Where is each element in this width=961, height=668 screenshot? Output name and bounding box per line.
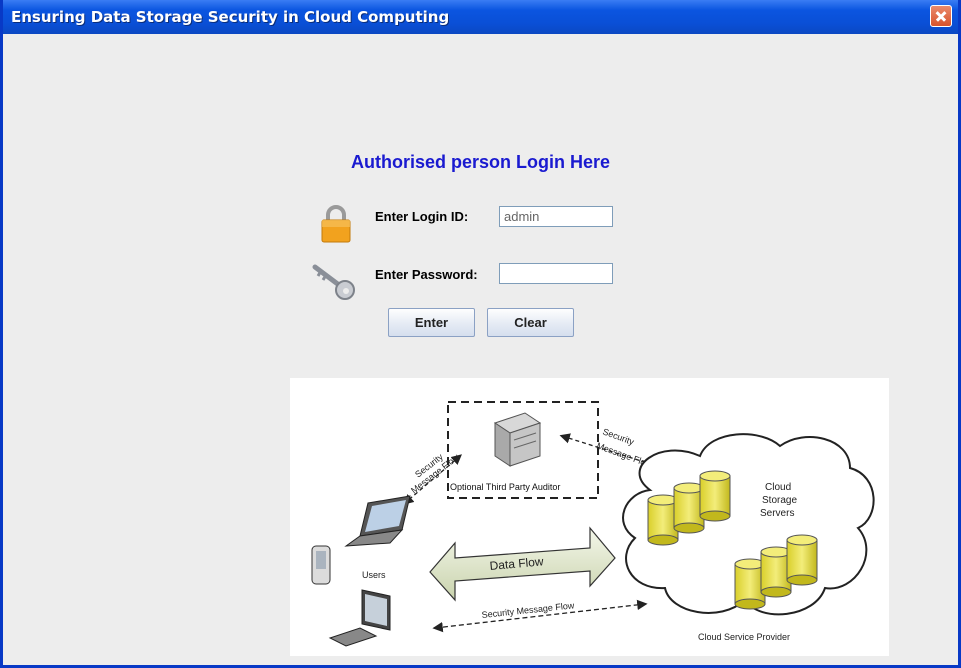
- storage-cylinder: [786, 534, 818, 586]
- bottom-flow-label: Security Message Flow: [481, 600, 575, 620]
- window-title: Ensuring Data Storage Security in Cloud …: [11, 8, 450, 26]
- title-bar[interactable]: Ensuring Data Storage Security in Cloud …: [3, 0, 958, 34]
- login-id-label: Enter Login ID:: [375, 209, 469, 224]
- phone-icon: [311, 545, 331, 585]
- password-label: Enter Password:: [375, 267, 478, 282]
- laptop-icon: [344, 495, 411, 547]
- lock-icon: [321, 205, 351, 243]
- login-heading: Authorised person Login Here: [351, 152, 611, 172]
- app-window: Ensuring Data Storage Security in Cloud …: [0, 0, 961, 668]
- storage-cylinder: [699, 470, 731, 522]
- login-panel: Authorised person Login Here Enter Login…: [3, 34, 958, 665]
- auditor-label: Optional Third Party Auditor: [450, 482, 560, 492]
- cloud-label-3: Servers: [760, 508, 794, 519]
- clear-button[interactable]: Clear: [487, 308, 574, 337]
- password-input[interactable]: [499, 263, 613, 284]
- desktop-icon: [328, 589, 391, 647]
- users-label: Users: [362, 570, 386, 580]
- provider-label: Cloud Service Provider: [698, 632, 790, 642]
- key-icon: [312, 264, 355, 300]
- cloud-label-2: Storage: [762, 495, 797, 506]
- login-id-input[interactable]: [499, 206, 613, 227]
- architecture-diagram: Optional Third Party Auditor Security Me…: [290, 378, 889, 656]
- close-button[interactable]: [930, 5, 952, 27]
- server-icon: [493, 412, 542, 467]
- cloud-label-1: Cloud: [765, 482, 791, 493]
- enter-button[interactable]: Enter: [388, 308, 475, 337]
